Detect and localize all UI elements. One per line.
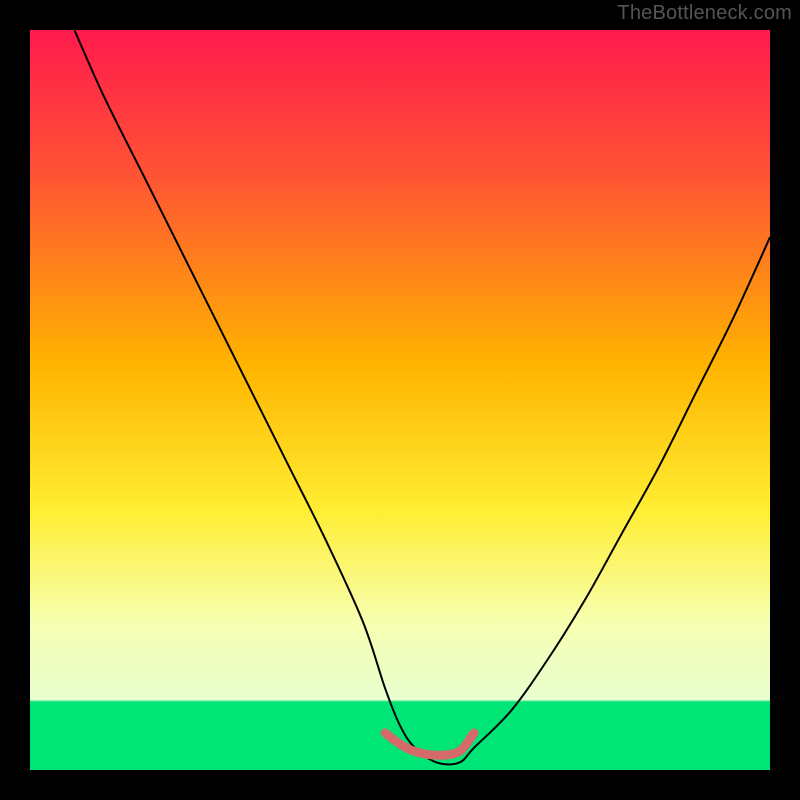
gradient-background — [30, 30, 770, 770]
watermark-text: TheBottleneck.com — [617, 2, 792, 25]
chart-frame: TheBottleneck.com — [0, 0, 800, 800]
bottleneck-chart — [0, 0, 800, 800]
